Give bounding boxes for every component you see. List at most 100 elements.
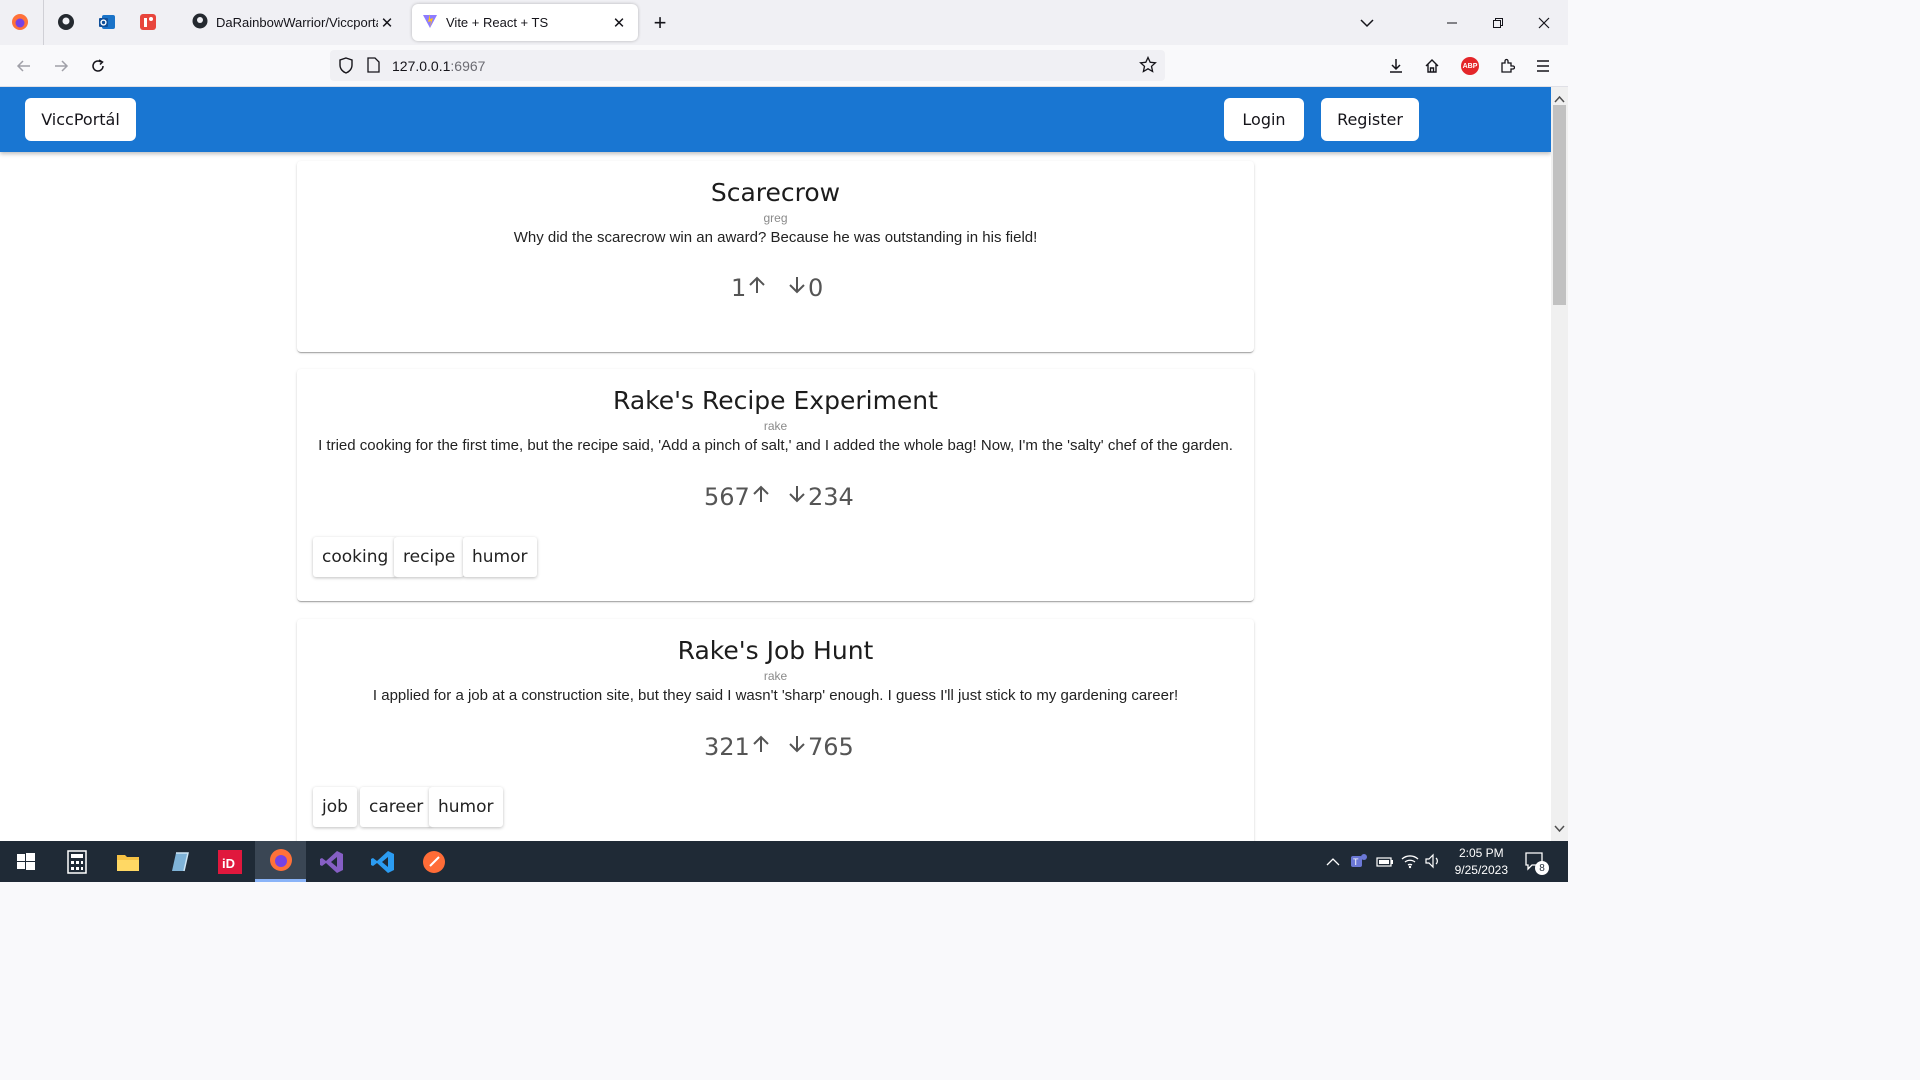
joke-title: Rake's Recipe Experiment [613,386,938,415]
close-icon[interactable]: ✕ [610,14,628,32]
vite-icon [422,13,438,32]
tag-chip[interactable]: cooking [313,537,398,577]
arrow-down-icon [786,733,808,761]
joke-title: Scarecrow [710,178,841,207]
register-button[interactable]: Register [1321,98,1419,141]
shield-icon[interactable] [338,57,354,79]
tag-chip[interactable]: recipe [394,537,465,577]
close-icon[interactable]: ✕ [378,14,396,32]
clock-date: 9/25/2023 [1454,863,1508,877]
downvote-button[interactable]: 234 [786,473,854,521]
joke-card: Scarecrow greg Why did the scarecrow win… [297,161,1254,352]
url-text[interactable]: 127.0.0.1:6967 [392,58,485,74]
volume-icon[interactable] [1424,853,1442,874]
tag-chip[interactable]: humor [463,537,537,577]
scrollbar-thumb[interactable] [1553,105,1566,305]
tab-github-repo[interactable]: DaRainbowWarrior/ViccportalS ✕ [182,4,406,41]
downvote-count: 0 [808,274,824,302]
joke-text: I applied for a job at a construction si… [372,687,1179,704]
svg-text:iD: iD [222,856,235,871]
home-icon[interactable] [1416,50,1448,82]
tag-chip[interactable]: career [360,787,433,827]
forward-arrow-icon[interactable] [45,50,77,82]
upvote-button[interactable]: 567 [704,473,772,521]
joke-title: Rake's Job Hunt [677,636,874,665]
url-bar[interactable]: 127.0.0.1:6967 [330,50,1165,81]
notification-badge: 8 [1535,861,1549,875]
url-host: 127.0.0.1 [392,58,451,74]
arrow-down-icon [786,274,808,302]
joke-card: Rake's Recipe Experiment rake I tried co… [297,369,1254,601]
restore-icon[interactable] [1475,0,1521,45]
svg-text:T: T [1353,857,1359,867]
page-scrollbar[interactable] [1551,87,1568,841]
indesign-icon[interactable]: iD [204,841,255,882]
windows-taskbar: iD T 2:05 PM 9/25/2023 8 [0,841,1568,882]
teams-tray-icon[interactable]: T [1350,852,1368,875]
close-window-icon[interactable] [1521,0,1567,45]
page-viewport: ViccPortál Login Register Scarecrow greg… [0,87,1551,841]
brand-button[interactable]: ViccPortál [25,98,136,141]
joke-author: rake [763,419,788,433]
joke-author: greg [763,211,788,225]
tab-vite-app[interactable]: Vite + React + TS ✕ [412,4,638,41]
upvote-count: 321 [704,733,750,761]
vscode-icon[interactable] [357,841,408,882]
url-port: :6967 [450,58,486,74]
upvote-button[interactable]: 321 [704,723,772,771]
github-icon [192,13,208,32]
upvote-button[interactable]: 1 [720,262,774,314]
app-pinned-tab-icon[interactable] [134,8,162,36]
hamburger-menu-icon[interactable] [1527,50,1559,82]
new-tab-button[interactable]: + [637,0,683,45]
outlook-pinned-tab-icon[interactable] [93,8,121,36]
battery-icon[interactable] [1376,855,1394,873]
upvote-count: 567 [704,483,750,511]
browser-tab-strip: DaRainbowWarrior/ViccportalS ✕ Vite + Re… [0,0,1568,45]
wifi-icon[interactable] [1401,853,1419,874]
calculator-icon[interactable] [51,841,102,882]
adblock-plus-icon[interactable]: ABP [1454,50,1486,82]
bookmark-star-icon[interactable] [1139,55,1157,79]
clock-time: 2:05 PM [1458,846,1504,860]
joke-card: Rake's Job Hunt rake I applied for a job… [297,619,1254,841]
postman-icon[interactable] [408,841,459,882]
app-icon[interactable] [153,841,204,882]
downvote-button[interactable]: 0 [786,264,823,312]
tag-chip[interactable]: job [313,787,357,827]
downvote-count: 765 [808,733,854,761]
arrow-up-icon [746,274,768,302]
tab-title: Vite + React + TS [446,15,549,30]
windows-start-icon[interactable] [0,841,51,882]
show-hidden-icons-icon[interactable] [1326,854,1340,872]
minimize-icon[interactable] [1429,0,1475,45]
joke-text: Why did the scarecrow win an award? Beca… [513,229,1038,246]
file-explorer-icon[interactable] [102,841,153,882]
login-button[interactable]: Login [1224,98,1304,141]
github-pinned-tab-icon[interactable] [52,8,80,36]
notifications-icon[interactable]: 8 [1524,851,1549,876]
arrow-down-icon [786,483,808,511]
joke-text: I tried cooking for the first time, but … [318,437,1233,454]
firefox-taskbar-icon[interactable] [255,841,306,882]
downvote-button[interactable]: 765 [786,723,854,771]
arrow-up-icon [750,733,772,761]
tag-chip[interactable]: humor [429,787,503,827]
list-all-tabs-icon[interactable] [1344,0,1390,45]
taskbar-clock[interactable]: 2:05 PM 9/25/2023 [1455,845,1508,879]
extensions-icon[interactable] [1491,50,1523,82]
browser-nav-bar: 127.0.0.1:6967 ABP [0,45,1568,87]
abp-label: ABP [1461,57,1479,75]
reload-icon[interactable] [82,50,114,82]
back-arrow-icon[interactable] [8,50,40,82]
upvote-count: 1 [731,274,747,302]
app-bar: ViccPortál Login Register [0,87,1551,152]
page-icon[interactable] [367,57,380,78]
visual-studio-icon[interactable] [306,841,357,882]
firefox-menu-icon[interactable] [6,8,34,36]
downloads-icon[interactable] [1380,50,1412,82]
tab-title: DaRainbowWarrior/ViccportalS [216,15,378,30]
scroll-down-icon[interactable] [1554,820,1565,838]
downvote-count: 234 [808,483,854,511]
joke-author: rake [763,669,788,683]
